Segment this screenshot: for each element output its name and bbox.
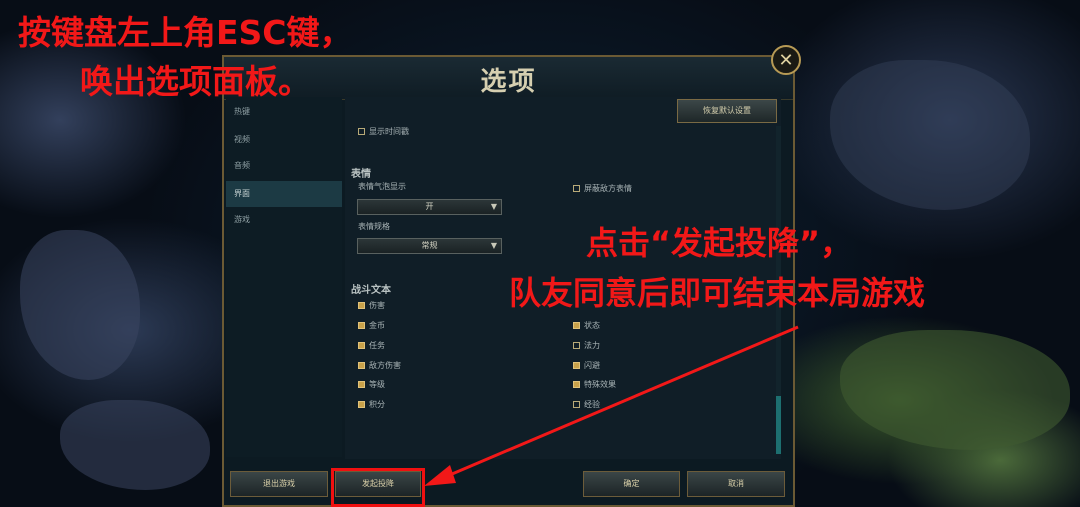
annotation-top-line1: 按键盘左上角ESC键， xyxy=(18,13,353,52)
annotation-right-line2: 队友同意后即可结束本局游戏 xyxy=(509,274,926,312)
annotation-top-line2: 唤出选项面板。 xyxy=(80,62,311,101)
annotation-right-line1: 点击“发起投降”， xyxy=(586,224,853,262)
